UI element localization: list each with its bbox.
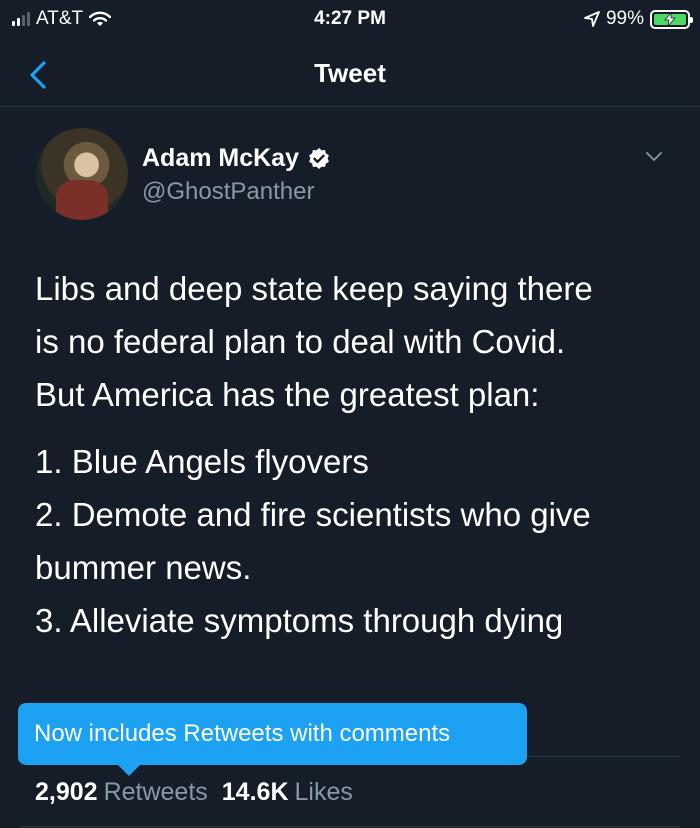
tweet-line: But America has the greatest plan: <box>35 376 540 413</box>
retweets-count[interactable]: 2,902 <box>35 778 98 806</box>
battery-percent: 99% <box>605 8 644 29</box>
tweet-line: Libs and deep state keep saying there <box>35 270 593 307</box>
status-right: 99% <box>584 8 693 30</box>
author-name[interactable]: Adam McKay <box>142 144 299 173</box>
tweet-text: Libs and deep state keep saying there is… <box>35 262 675 647</box>
divider <box>20 826 680 827</box>
battery-icon <box>650 9 693 29</box>
page-title: Tweet <box>314 58 386 88</box>
verified-badge-icon <box>309 147 329 169</box>
retweets-with-comments-tooltip[interactable]: Now includes Retweets with comments <box>18 703 527 765</box>
author-handle[interactable]: @GhostPanther <box>142 178 314 206</box>
tweet-line: bummer news. <box>35 549 252 586</box>
likes-count[interactable]: 14.6K <box>222 778 289 806</box>
chevron-down-icon[interactable] <box>646 152 662 162</box>
likes-label[interactable]: Likes <box>295 778 353 806</box>
tweet-line: 2. Demote and fire scientists who give <box>35 496 591 533</box>
avatar[interactable] <box>36 128 128 220</box>
location-icon <box>584 11 600 27</box>
tweet-line: 1. Blue Angels flyovers <box>35 443 369 480</box>
tweet-line: 3. Alleviate symptoms through dying <box>35 602 564 639</box>
charging-bolt-icon <box>664 12 676 26</box>
tweet-stats: 2,902 Retweets 14.6K Likes <box>35 778 353 807</box>
author-name-row[interactable]: Adam McKay <box>142 144 331 173</box>
tooltip-arrow <box>118 765 140 776</box>
nav-bar: Tweet <box>0 38 700 107</box>
tweet-line: is no federal plan to deal with Covid. <box>35 323 566 360</box>
retweets-label[interactable]: Retweets <box>104 778 208 806</box>
status-bar: AT&T 4:27 PM 99% <box>0 0 700 38</box>
